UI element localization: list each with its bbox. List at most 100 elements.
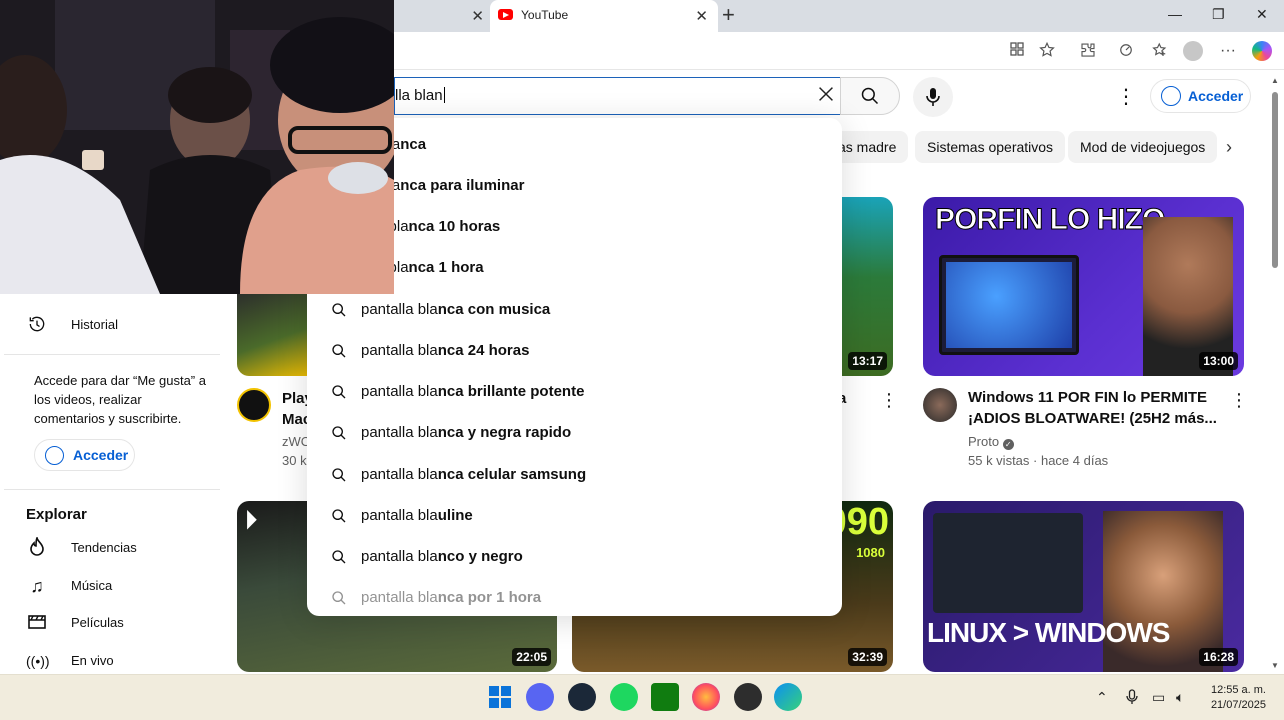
youtube-favicon-icon xyxy=(498,9,513,20)
network-icon[interactable]: ▭ xyxy=(1152,689,1165,706)
tray-chevron-icon[interactable]: ⌃ xyxy=(1096,689,1108,706)
music-note-icon: ♫ xyxy=(30,576,44,596)
video-duration: 13:17 xyxy=(848,352,887,370)
channel-avatar[interactable] xyxy=(237,388,271,422)
divider xyxy=(4,354,220,355)
verified-icon: ✓ xyxy=(1002,439,1014,450)
user-icon xyxy=(1161,86,1181,106)
tab-youtube[interactable]: YouTube ✕ xyxy=(490,0,718,32)
sidebar-item-label: Tendencias xyxy=(71,540,137,555)
spotify-icon[interactable] xyxy=(610,683,638,711)
video-thumbnail[interactable]: LINUX > WINDOWS 16:28 xyxy=(923,501,1244,672)
live-broadcast-icon: ((•)) xyxy=(26,653,50,669)
search-icon xyxy=(331,384,347,400)
page-scrollbar[interactable]: ▲ ▼ xyxy=(1268,70,1284,674)
discord-icon[interactable] xyxy=(526,683,554,711)
video-title[interactable]: Windows 11 POR FIN lo PERMITE ¡ADIOS BLOA… xyxy=(968,387,1228,429)
search-icon xyxy=(861,87,879,105)
firefox-icon[interactable] xyxy=(692,683,720,711)
suggestion-item[interactable]: pantalla blanca 24 horas xyxy=(307,331,842,372)
start-windows-icon[interactable] xyxy=(486,683,514,711)
webcam-overlay xyxy=(0,0,394,294)
tab-close-icon[interactable]: ✕ xyxy=(471,7,484,25)
minimize-button[interactable]: — xyxy=(1168,6,1182,22)
favorite-star-icon[interactable] xyxy=(1037,41,1057,61)
text-caret xyxy=(443,87,445,103)
extensions-icon[interactable] xyxy=(1078,41,1098,61)
suggestion-text: pantalla blanca por 1 hora xyxy=(361,589,542,606)
microphone-icon xyxy=(926,88,940,106)
suggestion-item[interactable]: pantalla blauline xyxy=(307,496,842,537)
thumbnail-text: LINUX > WINDOWS xyxy=(927,617,1170,648)
desktop-graphic xyxy=(933,513,1083,613)
chevron-right-icon[interactable]: › xyxy=(1226,137,1232,158)
monitor-graphic xyxy=(939,255,1079,355)
apps-icon[interactable] xyxy=(1007,41,1027,61)
tab-inactive[interactable]: ✕ xyxy=(394,0,490,32)
volume-icon[interactable]: 🔈︎ xyxy=(1176,689,1184,706)
video-thumbnail[interactable] xyxy=(237,290,317,376)
explore-heading: Explorar xyxy=(26,506,87,523)
suggestion-text: pantalla blanca brillante potente xyxy=(361,383,585,400)
search-icon xyxy=(331,467,347,483)
maximize-button[interactable]: ❐ xyxy=(1212,6,1225,23)
suggestion-item[interactable]: pantalla blanca celular samsung xyxy=(307,455,842,496)
suggestion-item[interactable]: pantalla blanca brillante potente xyxy=(307,372,842,413)
video-duration: 32:39 xyxy=(848,648,887,666)
clear-search-icon[interactable] xyxy=(815,83,837,110)
sidebar-item-label: Música xyxy=(71,578,113,593)
microphone-tray-icon[interactable] xyxy=(1126,689,1138,708)
suggestion-text: pantalla blauline xyxy=(361,507,473,524)
suggestion-text: pantalla blanca y negra rapido xyxy=(361,424,572,441)
suggestion-text: pantalla blanco y negro xyxy=(361,548,523,565)
signin-label: Acceder xyxy=(1188,88,1244,104)
video-menu-icon[interactable]: ⋮ xyxy=(880,390,898,411)
search-icon xyxy=(331,508,347,524)
video-thumbnail[interactable]: PORFIN LO HIZO 13:00 xyxy=(923,197,1244,376)
profile-avatar[interactable] xyxy=(1183,41,1203,61)
user-icon xyxy=(45,446,64,465)
suggestion-text: pantalla blanca 24 horas xyxy=(361,342,530,359)
taskbar: ⌃ ▭ 🔈︎ 12:55 a. m. 21/07/2025 xyxy=(0,674,1284,720)
history-icon xyxy=(26,314,48,336)
video-menu-icon[interactable]: ⋮ xyxy=(1230,390,1248,411)
search-icon xyxy=(331,549,347,565)
new-tab-button[interactable]: + xyxy=(722,3,735,27)
more-menu-icon[interactable]: ··· xyxy=(1218,41,1238,61)
scrollbar-thumb[interactable] xyxy=(1272,92,1278,268)
xbox-icon[interactable] xyxy=(651,683,679,711)
search-query: lla blan xyxy=(395,87,443,104)
search-icon xyxy=(331,343,347,359)
voice-search-button[interactable] xyxy=(913,77,953,117)
performance-icon[interactable] xyxy=(1116,41,1136,61)
suggestion-item[interactable]: pantalla blanca por 1 hora xyxy=(307,578,842,616)
channel-avatar[interactable] xyxy=(923,388,957,422)
search-button[interactable] xyxy=(840,77,900,115)
signin-note: Accede para dar “Me gusta” a los videos,… xyxy=(34,373,206,426)
obs-icon[interactable] xyxy=(734,683,762,711)
suggestion-text: pantalla blanca celular samsung xyxy=(361,466,587,483)
edge-icon[interactable] xyxy=(774,683,802,711)
search-input[interactable]: lla blan xyxy=(394,77,841,115)
screen: ✕ YouTube ✕ + — ❐ ✕ ··· lla blan ⋮ Acced… xyxy=(0,0,1284,720)
suggestion-item[interactable]: pantalla blanco y negro xyxy=(307,537,842,578)
tab-title: YouTube xyxy=(521,8,569,22)
steam-icon[interactable] xyxy=(568,683,596,711)
close-window-button[interactable]: ✕ xyxy=(1256,6,1268,23)
copilot-icon[interactable] xyxy=(1252,41,1272,61)
favorites-icon[interactable] xyxy=(1150,41,1170,61)
tab-close-icon[interactable]: ✕ xyxy=(695,7,708,25)
suggestion-item[interactable]: pantalla blanca con musica xyxy=(307,290,842,331)
chip[interactable]: Mod de videojuegos xyxy=(1068,131,1218,163)
signin-button[interactable]: Acceder xyxy=(1150,79,1251,113)
sidebar-signin-button[interactable]: Acceder xyxy=(34,439,135,471)
clock[interactable]: 12:55 a. m. 21/07/2025 xyxy=(1204,683,1266,713)
suggestion-item[interactable]: pantalla blanca y negra rapido xyxy=(307,413,842,454)
video-meta: Proto ✓ 55 k vistas · hace 4 días xyxy=(968,434,1109,468)
scroll-up-icon: ▲ xyxy=(1271,76,1279,85)
settings-kebab-icon[interactable]: ⋮ xyxy=(1116,84,1136,109)
chip[interactable]: Sistemas operativos xyxy=(915,131,1066,163)
film-icon xyxy=(26,612,48,634)
thumbnail-text: PORFIN LO HIZO xyxy=(934,203,1165,237)
address-bar[interactable] xyxy=(394,37,1066,65)
